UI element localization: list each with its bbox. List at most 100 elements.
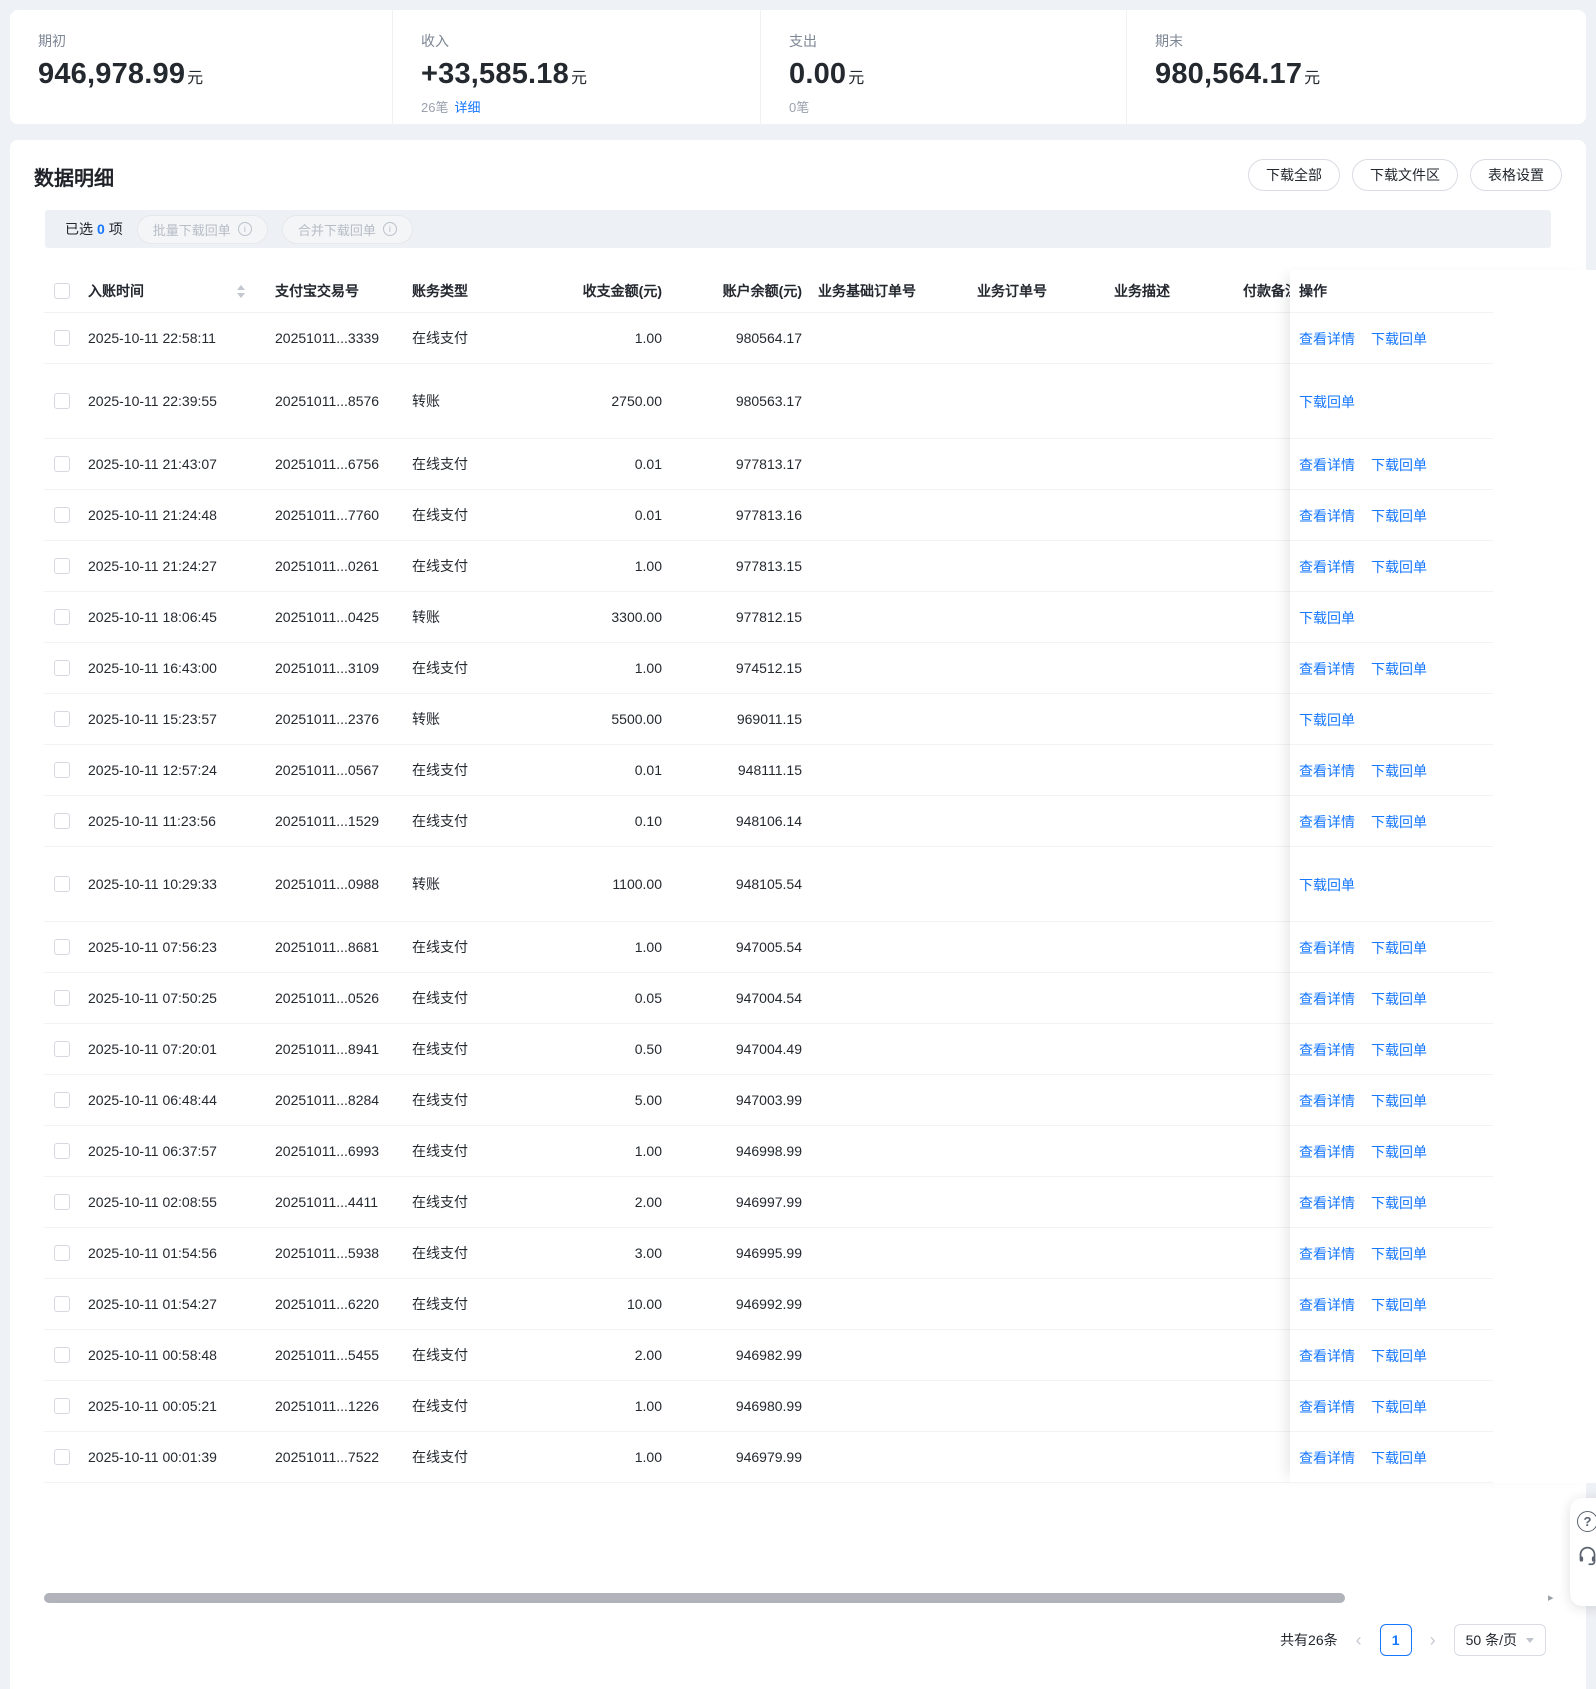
row-checkbox[interactable] — [54, 939, 70, 955]
download-receipt-link[interactable]: 下载回单 — [1299, 710, 1355, 730]
view-detail-link[interactable]: 查看详情 — [1299, 761, 1355, 781]
page-size-select[interactable]: 50 条/页 — [1453, 1624, 1546, 1656]
view-detail-link[interactable]: 查看详情 — [1299, 1295, 1355, 1315]
row-checkbox[interactable] — [54, 990, 70, 1006]
download-receipt-link[interactable]: 下载回单 — [1371, 1448, 1427, 1468]
download-receipt-link[interactable]: 下载回单 — [1371, 761, 1427, 781]
row-checkbox[interactable] — [54, 1296, 70, 1312]
view-detail-link[interactable]: 查看详情 — [1299, 329, 1355, 349]
page-number[interactable]: 1 — [1379, 1624, 1412, 1656]
cell-balance: 947004.54 — [735, 990, 802, 1006]
download-receipt-link[interactable]: 下载回单 — [1371, 329, 1427, 349]
cell-transaction-id: 20251011...7522 — [275, 1449, 380, 1465]
cell-transaction-id: 20251011...6756 — [275, 456, 380, 472]
view-detail-link[interactable]: 查看详情 — [1299, 455, 1355, 475]
download-receipt-link[interactable]: 下载回单 — [1371, 557, 1427, 577]
view-detail-link[interactable]: 查看详情 — [1299, 1040, 1355, 1060]
income-detail-link[interactable]: 详细 — [454, 100, 480, 115]
merge-download-button[interactable]: 合并下载回单 i — [281, 214, 413, 244]
download-receipt-link[interactable]: 下载回单 — [1371, 1244, 1427, 1264]
download-receipt-link[interactable]: 下载回单 — [1371, 1040, 1427, 1060]
view-detail-link[interactable]: 查看详情 — [1299, 1448, 1355, 1468]
cell-amount: 1100.00 — [612, 876, 662, 892]
horizontal-scrollbar[interactable]: ▸ — [34, 1590, 1562, 1606]
view-detail-link[interactable]: 查看详情 — [1299, 938, 1355, 958]
view-detail-link[interactable]: 查看详情 — [1299, 1346, 1355, 1366]
row-checkbox[interactable] — [54, 1143, 70, 1159]
caret-down-icon — [1526, 1637, 1534, 1643]
cell-amount: 3300.00 — [611, 609, 662, 625]
row-checkbox[interactable] — [54, 1398, 70, 1414]
help-icon[interactable]: ? — [1577, 1511, 1596, 1532]
operation-row: 查看详情 下载回单 — [1290, 1381, 1596, 1432]
view-detail-link[interactable]: 查看详情 — [1299, 1193, 1355, 1213]
headset-icon[interactable] — [1577, 1545, 1596, 1566]
cell-balance: 946979.99 — [735, 1449, 802, 1465]
download-receipt-link[interactable]: 下载回单 — [1371, 506, 1427, 526]
row-checkbox[interactable] — [54, 711, 70, 727]
table-settings-button[interactable]: 表格设置 — [1470, 159, 1562, 191]
row-checkbox[interactable] — [54, 813, 70, 829]
cell-balance: 947003.99 — [735, 1092, 802, 1108]
row-checkbox[interactable] — [54, 660, 70, 676]
row-checkbox[interactable] — [54, 1449, 70, 1465]
view-detail-link[interactable]: 查看详情 — [1299, 506, 1355, 526]
row-checkbox[interactable] — [54, 393, 70, 409]
download-receipt-link[interactable]: 下载回单 — [1371, 989, 1427, 1009]
select-all-checkbox[interactable] — [54, 283, 70, 299]
download-files-button[interactable]: 下载文件区 — [1352, 159, 1458, 191]
cell-type: 在线支付 — [412, 1041, 468, 1057]
summary-opening-unit: 元 — [187, 70, 204, 87]
view-detail-link[interactable]: 查看详情 — [1299, 1142, 1355, 1162]
row-checkbox[interactable] — [54, 1041, 70, 1057]
download-receipt-link[interactable]: 下载回单 — [1371, 938, 1427, 958]
cell-time: 2025-10-11 22:58:11 — [88, 330, 216, 346]
row-checkbox[interactable] — [54, 507, 70, 523]
download-receipt-link[interactable]: 下载回单 — [1371, 1346, 1427, 1366]
info-icon: i — [382, 222, 397, 236]
download-receipt-link[interactable]: 下载回单 — [1371, 659, 1427, 679]
row-checkbox[interactable] — [54, 1194, 70, 1210]
row-checkbox[interactable] — [54, 609, 70, 625]
view-detail-link[interactable]: 查看详情 — [1299, 659, 1355, 679]
row-checkbox[interactable] — [54, 1092, 70, 1108]
download-receipt-link[interactable]: 下载回单 — [1371, 1142, 1427, 1162]
batch-download-button[interactable]: 批量下载回单 i — [136, 214, 268, 244]
download-receipt-link[interactable]: 下载回单 — [1371, 1397, 1427, 1417]
cell-balance: 948111.15 — [737, 762, 802, 778]
operation-row: 查看详情 下载回单 — [1290, 643, 1596, 694]
row-checkbox[interactable] — [54, 558, 70, 574]
download-receipt-link[interactable]: 下载回单 — [1371, 1295, 1427, 1315]
row-checkbox[interactable] — [54, 876, 70, 892]
sort-icon[interactable] — [237, 284, 245, 298]
view-detail-link[interactable]: 查看详情 — [1299, 1397, 1355, 1417]
view-detail-link[interactable]: 查看详情 — [1299, 1091, 1355, 1111]
download-all-button[interactable]: 下载全部 — [1248, 159, 1340, 191]
download-receipt-link[interactable]: 下载回单 — [1299, 608, 1355, 628]
download-receipt-link[interactable]: 下载回单 — [1299, 875, 1355, 895]
view-detail-link[interactable]: 查看详情 — [1299, 1244, 1355, 1264]
view-detail-link[interactable]: 查看详情 — [1299, 557, 1355, 577]
table-row: 2025-10-11 21:24:48 20251011...7760 在线支付… — [44, 490, 1290, 541]
summary-closing-unit: 元 — [1304, 70, 1321, 87]
page: { "summary": { "cards": [ { "label": "期初… — [0, 0, 1596, 1689]
row-checkbox[interactable] — [54, 456, 70, 472]
download-receipt-link[interactable]: 下载回单 — [1371, 1091, 1427, 1111]
scrollbar-thumb[interactable] — [44, 1593, 1345, 1603]
cell-transaction-id: 20251011...8576 — [275, 393, 380, 409]
download-receipt-link[interactable]: 下载回单 — [1371, 1193, 1427, 1213]
row-checkbox[interactable] — [54, 1245, 70, 1261]
row-checkbox[interactable] — [54, 762, 70, 778]
download-receipt-link[interactable]: 下载回单 — [1371, 455, 1427, 475]
next-page-icon[interactable]: › — [1430, 1625, 1436, 1655]
download-receipt-link[interactable]: 下载回单 — [1371, 812, 1427, 832]
cell-type: 在线支付 — [412, 762, 468, 778]
view-detail-link[interactable]: 查看详情 — [1299, 812, 1355, 832]
view-detail-link[interactable]: 查看详情 — [1299, 989, 1355, 1009]
download-receipt-link[interactable]: 下载回单 — [1299, 392, 1355, 412]
scroll-right-arrow-icon[interactable]: ▸ — [1548, 1591, 1554, 1605]
prev-page-icon[interactable]: ‹ — [1356, 1625, 1362, 1655]
row-checkbox[interactable] — [54, 1347, 70, 1363]
row-checkbox[interactable] — [54, 330, 70, 346]
table-body: 2025-10-11 22:58:11 20251011...3339 在线支付… — [44, 313, 1290, 1483]
